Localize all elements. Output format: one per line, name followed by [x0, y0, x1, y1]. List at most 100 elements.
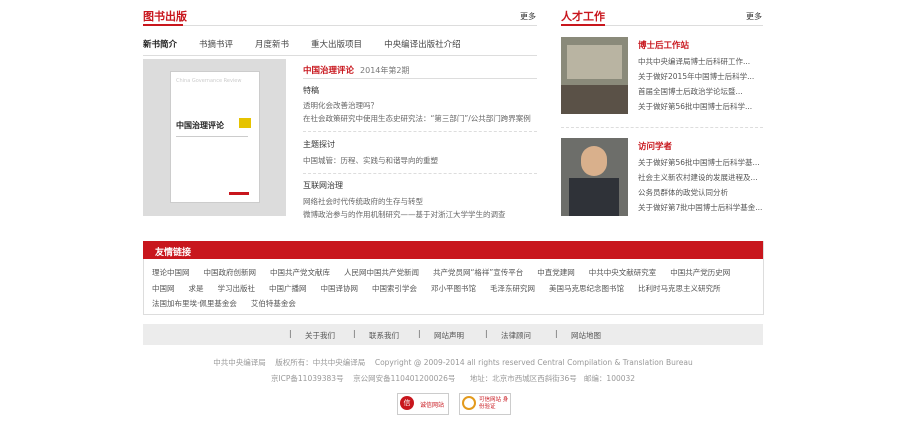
cover-cn-title: 中国治理评论 — [176, 121, 224, 130]
magazine-title[interactable]: 中国治理评论 — [303, 66, 354, 76]
friend-link[interactable]: 中直党建网 — [537, 268, 575, 277]
friend-link[interactable]: 中国广播网 — [269, 284, 307, 293]
footer-link-legal[interactable]: 法律顾问 — [501, 330, 531, 341]
article-link[interactable]: 在社会政策研究中使用生态史研究法：“第三部门”/公共部门跨界案例 — [303, 113, 531, 124]
footer-link-statement[interactable]: 网站声明 — [434, 330, 464, 341]
news-item[interactable]: 关于做好第56批中国博士后科学基... — [638, 157, 763, 168]
separator: | — [485, 329, 488, 338]
friend-link[interactable]: 邓小平图书馆 — [431, 284, 476, 293]
book-publishing-title: 图书出版 — [143, 10, 187, 23]
news-item[interactable]: 公务员群体的政党认同分析 — [638, 187, 763, 198]
article-link[interactable]: 透明化会改善治理吗？ — [303, 100, 378, 111]
friend-link[interactable]: 中国政府创新网 — [204, 268, 257, 277]
article-link[interactable]: 网络社会时代传统政府的生存与转型 — [303, 196, 423, 207]
separator: | — [353, 329, 356, 338]
book-more-link[interactable]: 更多 — [520, 11, 536, 22]
tab-major-projects[interactable]: 重大出版项目 — [311, 40, 362, 50]
cover-logo — [229, 192, 249, 195]
divider — [303, 131, 537, 132]
footer-postcode: 邮编：100032 — [583, 374, 636, 383]
trusted-icon — [462, 396, 476, 410]
separator: | — [289, 329, 292, 338]
footer-rights: 版权所有：中共中央编译局 — [275, 358, 366, 367]
divider — [605, 25, 763, 26]
visiting-scholar-heading[interactable]: 访问学者 — [638, 140, 672, 152]
photo-face — [581, 146, 607, 176]
talent-more-link[interactable]: 更多 — [746, 11, 762, 22]
divider — [303, 173, 537, 174]
divider — [183, 25, 537, 26]
magazine-issue: 2014年第2期 — [360, 66, 410, 75]
tab-new-books[interactable]: 新书简介 — [143, 40, 177, 50]
credit-icon: 信 — [400, 396, 414, 410]
divider — [303, 78, 537, 79]
friend-link[interactable]: 毛泽东研究网 — [490, 284, 535, 293]
cover-en-title: China Governance Review — [176, 78, 242, 84]
tab-reviews[interactable]: 书摘书评 — [199, 40, 233, 50]
friend-link[interactable]: 理论中国网 — [152, 268, 190, 277]
cover-accent — [239, 118, 251, 128]
friend-links-row: 理论中国网 中国政府创新网 中国共产党文献库 人民网中国共产党新闻 共产党员网“格祥”宣… — [152, 267, 760, 278]
footer-nav: | 关于我们 | 联系我们 | 网站声明 | 法律顾问 | 网站地图 — [143, 324, 763, 345]
footer-icp[interactable]: 京ICP备11039383号 — [271, 374, 344, 383]
news-item[interactable]: 社会主义新农村建设的发展进程及... — [638, 172, 763, 183]
book-cover: China Governance Review 中国治理评论 — [170, 71, 260, 203]
friend-link[interactable]: 学习出版社 — [218, 284, 256, 293]
footer-police[interactable]: 京公网安备110401200026号 — [353, 374, 455, 383]
postdoc-heading[interactable]: 博士后工作站 — [638, 39, 689, 51]
cover-rule — [176, 136, 248, 137]
footer-org: 中共中央编译局 — [213, 358, 266, 367]
photo-screen — [567, 45, 622, 79]
trusted-badge-label: 可信网站 身份验证 — [479, 397, 509, 410]
friend-link[interactable]: 中国共产党文献库 — [270, 268, 330, 277]
title-underline — [561, 24, 605, 26]
footer-registration: 京ICP备11039383号 京公网安备110401200026号 地址：北京市… — [143, 373, 763, 384]
friend-link[interactable]: 人民网中国共产党新闻 — [344, 268, 419, 277]
tab-press-intro[interactable]: 中央编译出版社介绍 — [384, 40, 461, 50]
friend-link[interactable]: 艾伯特基金会 — [251, 299, 296, 308]
credit-badge[interactable]: 信 诚信网站 — [397, 393, 449, 415]
friend-link[interactable]: 中国译协网 — [321, 284, 359, 293]
credit-badge-label: 诚信网站 — [420, 402, 445, 409]
news-item[interactable]: 首届全国博士后政治学论坛暨... — [638, 86, 763, 97]
friend-link[interactable]: 中国网 — [152, 284, 175, 293]
friend-link[interactable]: 求是 — [189, 284, 204, 293]
footer-link-about[interactable]: 关于我们 — [305, 330, 335, 341]
postdoc-photo[interactable] — [561, 37, 628, 114]
talent-work-title: 人才工作 — [561, 10, 605, 23]
footer-link-sitemap[interactable]: 网站地图 — [571, 330, 601, 341]
section-category: 主题探讨 — [303, 140, 335, 149]
article-link[interactable]: 中国城管：历程、实践与和谐导向的重塑 — [303, 155, 438, 166]
separator: | — [555, 329, 558, 338]
photo-suit — [569, 178, 619, 216]
friend-links-row: 法国加布里埃·佩里基金会 艾伯特基金会 — [152, 298, 310, 309]
news-item[interactable]: 关于做好第7批中国博士后科学基金... — [638, 202, 763, 213]
friend-link[interactable]: 中国索引学会 — [372, 284, 417, 293]
scholar-photo[interactable] — [561, 138, 628, 216]
footer-address: 地址：北京市西城区西斜街36号 — [469, 374, 577, 383]
news-item[interactable]: 关于做好第56批中国博士后科学... — [638, 101, 763, 112]
title-underline — [143, 24, 183, 26]
trusted-site-badge[interactable]: 可信网站 身份验证 — [459, 393, 511, 415]
tabs-divider — [143, 55, 537, 56]
friend-link[interactable]: 比利时马克思主义研究所 — [638, 284, 721, 293]
friend-link[interactable]: 美国马克思纪念图书馆 — [549, 284, 624, 293]
footer-copyright-en: Copyright @ 2009-2014 all rights reserve… — [374, 358, 693, 367]
news-item[interactable]: 中共中央编译局博士后科研工作... — [638, 56, 763, 67]
section-category: 互联网治理 — [303, 181, 343, 190]
friend-link[interactable]: 法国加布里埃·佩里基金会 — [152, 299, 237, 308]
friend-link[interactable]: 中国共产党历史网 — [670, 268, 730, 277]
friend-link[interactable]: 共产党员网“格祥”宣传平台 — [433, 268, 523, 277]
separator: | — [418, 329, 421, 338]
friend-links-bar: 友情链接 — [143, 241, 763, 259]
magazine-header: 中国治理评论 2014年第2期 — [303, 64, 409, 76]
divider — [561, 127, 763, 128]
tab-monthly[interactable]: 月度新书 — [255, 40, 289, 50]
news-item[interactable]: 关于做好2015年中国博士后科学... — [638, 71, 763, 82]
footer-link-contact[interactable]: 联系我们 — [369, 330, 399, 341]
book-cover-frame[interactable]: China Governance Review 中国治理评论 — [143, 59, 286, 216]
friend-link[interactable]: 中共中央文献研究室 — [589, 268, 657, 277]
friend-links-row: 中国网 求是 学习出版社 中国广播网 中国译协网 中国索引学会 邓小平图书馆 毛泽东研究网 美国… — [152, 283, 760, 294]
article-link[interactable]: 微博政治参与的作用机制研究——基于对浙江大学学生的调查 — [303, 209, 506, 220]
footer-copyright: 中共中央编译局 版权所有：中共中央编译局 Copyright @ 2009-20… — [143, 357, 763, 368]
